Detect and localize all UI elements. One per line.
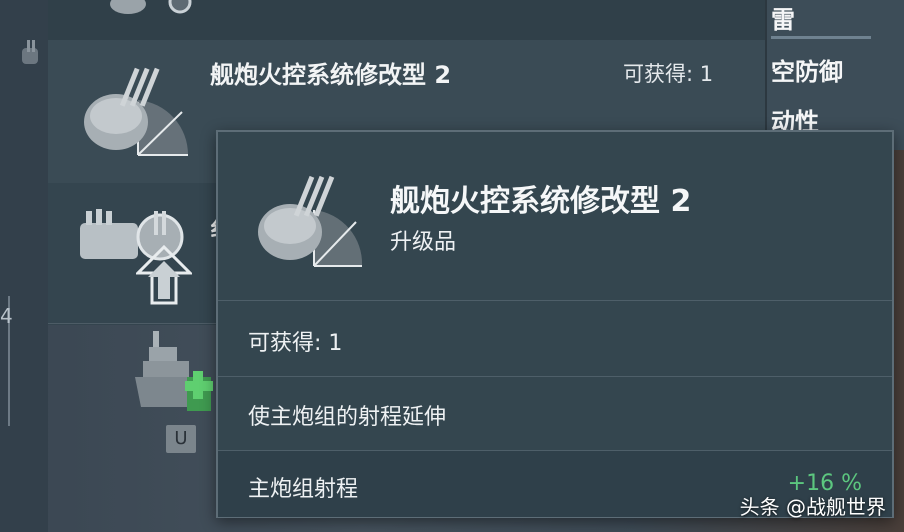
description-text: 使主炮组的射程延伸 <box>248 405 447 430</box>
list-item-title: 舰炮火控系统修改型 2 <box>210 61 452 89</box>
tooltip-header: 舰炮火控系统修改型 2 升级品 <box>218 132 892 300</box>
ship-preview <box>135 325 215 425</box>
tooltip-subtitle: 升级品 <box>390 230 457 255</box>
stat-label: 主炮组射程 <box>248 477 359 502</box>
ship-icon <box>135 331 213 411</box>
stat-torpedo: 雷 <box>771 6 795 34</box>
ship-tier-bracket: 4 <box>0 296 24 426</box>
upgrade-arrow-icon <box>136 245 192 305</box>
gun-turret-icon <box>258 175 363 267</box>
tooltip-availability: 可获得: 1 <box>218 300 892 377</box>
gun-turret-icon <box>22 40 38 64</box>
list-item-count: 可获得: 1 <box>623 62 714 86</box>
stat-aa-defense: 空防御 <box>771 58 843 86</box>
available-count: 可获得: 1 <box>248 331 343 356</box>
gun-turret-icon <box>110 0 192 14</box>
upgrade-tooltip: 舰炮火控系统修改型 2 升级品 可获得: 1 使主炮组的射程延伸 主炮组射程 +… <box>216 130 894 518</box>
left-sidebar: 4 <box>0 0 48 532</box>
watermark: 头条 @战舰世界 <box>739 495 886 519</box>
gun-turret-icon <box>84 67 189 156</box>
tooltip-description: 使主炮组的射程延伸 <box>218 376 892 451</box>
ship-type-badge: U <box>166 425 196 453</box>
ship-stats-panel: 雷 空防御 动性 <box>765 0 904 150</box>
list-item[interactable] <box>48 0 768 41</box>
stat-bar <box>771 36 871 39</box>
tier-label: 4 <box>0 304 13 328</box>
tooltip-title: 舰炮火控系统修改型 2 <box>390 184 692 219</box>
